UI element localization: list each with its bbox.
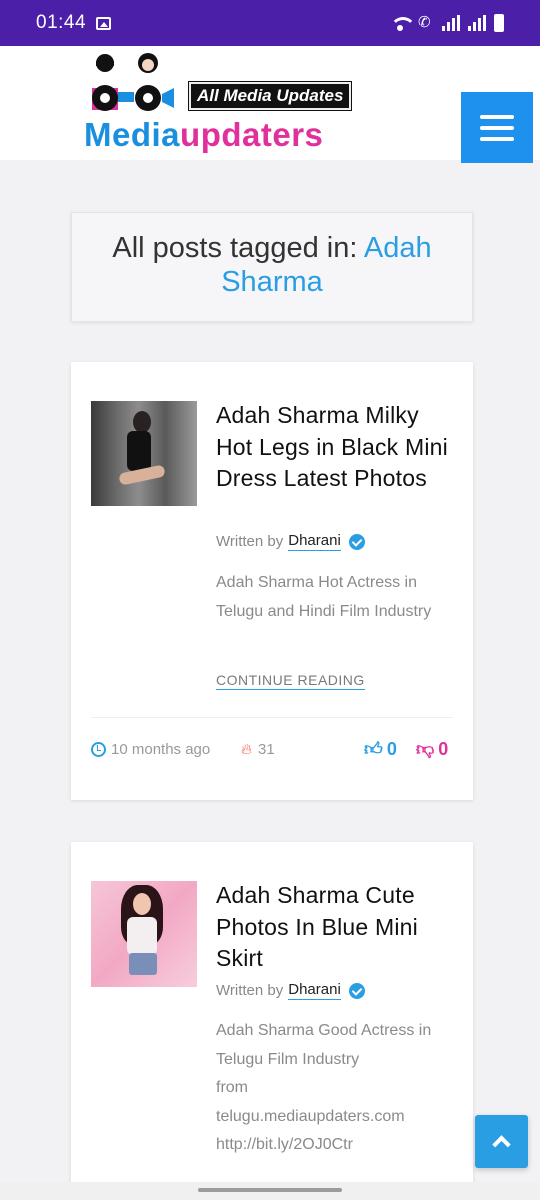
post-thumbnail[interactable] <box>91 881 197 987</box>
post-views: 🔥︎ 31 <box>241 741 275 758</box>
post-card: Adah Sharma Milky Hot Legs in Black Mini… <box>71 362 473 800</box>
post-excerpt: Adah Sharma Hot Actress in Telugu and Hi… <box>216 574 432 620</box>
dislike-count: 0 <box>438 738 449 759</box>
verified-badge-icon <box>348 982 365 999</box>
written-by-label: Written by <box>216 982 284 999</box>
excerpt-line: from <box>216 1079 248 1096</box>
logo-faces-icon <box>92 53 174 111</box>
logo-wordmark: Mediaupdaters <box>84 116 324 153</box>
post-date: 10 months ago <box>91 741 210 758</box>
menu-line-icon <box>480 125 514 130</box>
status-icons: ✆ <box>390 14 504 32</box>
logo-tagline: All Media Updates <box>187 81 353 111</box>
post-byline: Written by Dharani <box>216 532 365 551</box>
post-excerpt: Adah Sharma Good Actress in Telugu Film … <box>216 1017 456 1160</box>
excerpt-line: Adah Sharma Good Actress in <box>216 1022 432 1039</box>
excerpt-line: Telugu Film Industry <box>216 1050 360 1068</box>
divider <box>91 717 453 718</box>
dislike-button[interactable]: 👎︎ 0 <box>416 738 448 760</box>
post-byline: Written by Dharani <box>216 981 365 1000</box>
tag-archive-header: All posts tagged in: Adah Sharma <box>71 212 473 322</box>
written-by-label: Written by <box>216 533 284 550</box>
flame-icon: 🔥︎ <box>241 741 253 758</box>
author-link[interactable]: Dharani <box>288 532 341 551</box>
excerpt-line: http://bit.ly/2OJ0Ctr <box>216 1136 353 1153</box>
status-bar: 01:44 ✆ <box>0 0 540 46</box>
tag-archive-prefix: All posts tagged in: <box>112 232 358 264</box>
wifi-icon <box>390 15 416 31</box>
verified-badge-icon <box>348 533 365 550</box>
scroll-to-top-button[interactable] <box>475 1115 528 1168</box>
author-link[interactable]: Dharani <box>288 981 341 1000</box>
home-gesture-pill[interactable] <box>198 1188 342 1192</box>
like-count: 0 <box>386 738 397 759</box>
post-card: Adah Sharma Cute Photos In Blue Mini Ski… <box>71 842 473 1200</box>
thumbs-up-icon: 👍︎ <box>364 739 383 759</box>
menu-line-icon <box>480 114 514 119</box>
clock-icon <box>91 742 106 757</box>
views-count: 31 <box>258 741 275 758</box>
like-button[interactable]: 👍︎ 0 <box>364 738 397 760</box>
post-thumbnail[interactable] <box>91 401 197 506</box>
post-title[interactable]: Adah Sharma Cute Photos In Blue Mini Ski… <box>216 880 451 975</box>
gallery-notification-icon <box>96 16 112 30</box>
chevron-up-icon <box>492 1135 511 1154</box>
site-header: All Media Updates Mediaupdaters <box>0 46 540 163</box>
status-time: 01:44 <box>36 12 87 33</box>
post-title[interactable]: Adah Sharma Milky Hot Legs in Black Mini… <box>216 400 451 495</box>
post-meta: 10 months ago 🔥︎ 31 👍︎ 0 👎︎ 0 <box>91 738 453 762</box>
menu-line-icon <box>480 136 514 141</box>
continue-reading-link[interactable]: CONTINUE READING <box>216 672 365 690</box>
hamburger-menu-button[interactable] <box>461 92 533 163</box>
time-ago: 10 months ago <box>111 741 211 758</box>
battery-icon <box>494 14 504 32</box>
thumbs-down-icon: 👎︎ <box>416 739 435 759</box>
signal-1-icon <box>442 15 460 31</box>
signal-2-icon <box>468 15 486 31</box>
wifi-calling-icon: ✆ <box>418 14 431 31</box>
excerpt-line: telugu.mediaupdaters.com <box>216 1107 405 1125</box>
site-logo[interactable]: All Media Updates Mediaupdaters <box>84 50 353 154</box>
